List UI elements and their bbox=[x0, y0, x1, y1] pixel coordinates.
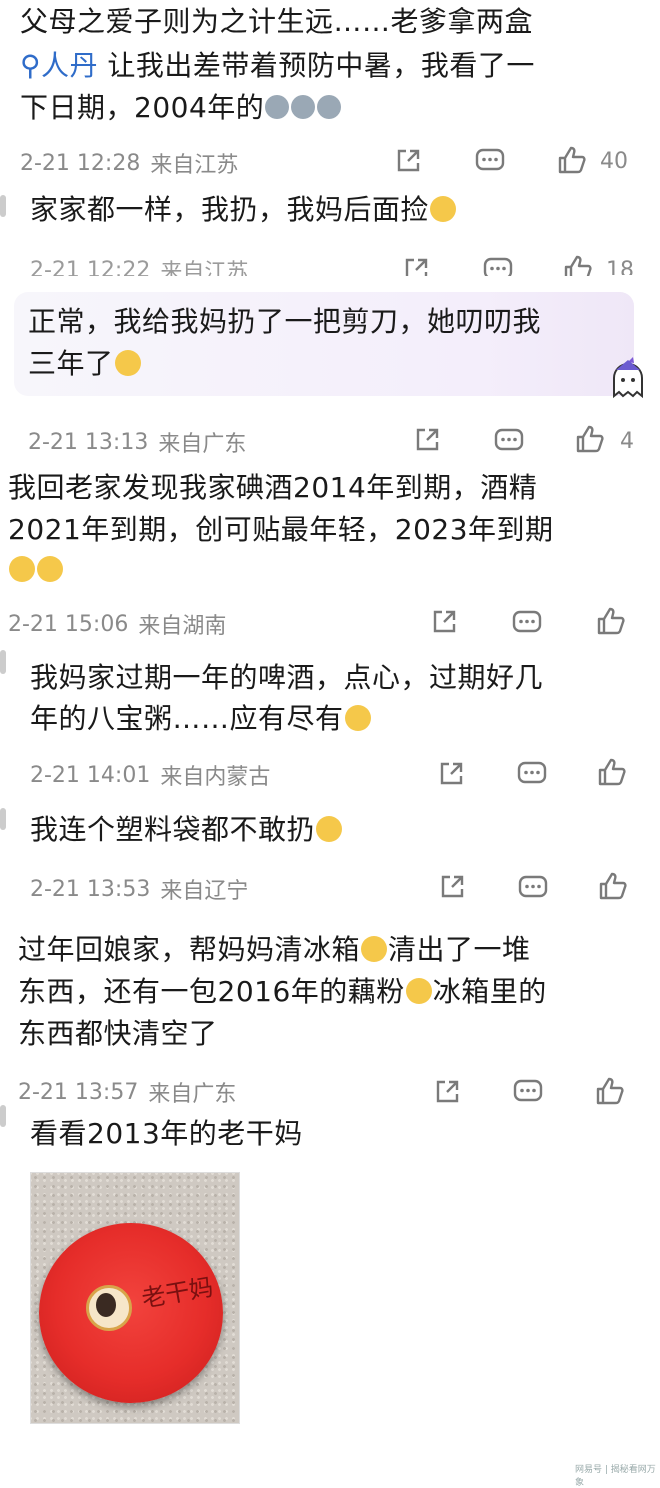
share-icon[interactable] bbox=[413, 426, 441, 454]
timestamp: 2-21 15:06 bbox=[8, 611, 129, 637]
comment-text: 正常，我给我妈扔了一把剪刀，她叨叨我 bbox=[28, 305, 542, 338]
watermark: 网易号 | 揭秘看网万象 bbox=[575, 1465, 656, 1488]
like-icon[interactable] bbox=[575, 424, 605, 454]
comment-text-line: ⚲人丹 让我出差带着预防中暑，我看了一 bbox=[20, 49, 535, 82]
laugh-cry-emoji-icon bbox=[361, 936, 388, 962]
share-icon[interactable] bbox=[437, 760, 465, 788]
location: 来自内蒙古 bbox=[160, 765, 271, 790]
laugh-cry-emoji-icon bbox=[344, 705, 371, 731]
location: 来自广东 bbox=[148, 1082, 237, 1107]
location: 来自辽宁 bbox=[160, 879, 249, 904]
share-icon[interactable] bbox=[394, 147, 422, 175]
comment-text: 过年回娘家，帮妈妈清冰箱 清出了一堆 bbox=[18, 933, 531, 966]
like-count: 4 bbox=[620, 429, 634, 454]
comment-icon[interactable] bbox=[518, 874, 548, 902]
comment-meta: 2-21 14:01 来自内蒙古 bbox=[30, 757, 270, 793]
location: 来自广东 bbox=[158, 432, 247, 457]
timestamp: 2-21 14:01 bbox=[30, 762, 151, 788]
comment-meta: 2-21 12:28 来自江苏 bbox=[20, 145, 238, 181]
reply-text: 我连个塑料袋都不敢扔 bbox=[30, 808, 343, 852]
divider bbox=[0, 650, 6, 674]
like-icon[interactable] bbox=[563, 254, 593, 276]
divider bbox=[0, 1105, 6, 1127]
share-icon[interactable] bbox=[402, 256, 430, 276]
dog-emoji-icon bbox=[291, 95, 316, 119]
laugh-cry-emoji-icon bbox=[405, 978, 432, 1004]
like-icon[interactable] bbox=[598, 871, 628, 901]
comment-text-line: 三年了 bbox=[28, 342, 142, 386]
timestamp: 2-21 13:57 bbox=[18, 1079, 139, 1105]
timestamp: 2-21 13:13 bbox=[28, 429, 149, 455]
topic-link[interactable]: ⚲人丹 bbox=[20, 49, 98, 82]
like-count: 18 bbox=[606, 258, 634, 283]
laugh-cry-emoji-icon bbox=[430, 196, 457, 222]
comment-emoji-line bbox=[8, 548, 64, 592]
comment-icon[interactable] bbox=[512, 609, 542, 637]
laugh-cry-emoji-icon bbox=[114, 350, 141, 376]
like-icon[interactable] bbox=[557, 145, 587, 175]
comment-meta: 2-21 13:53 来自辽宁 bbox=[30, 871, 248, 907]
thinking-emoji-icon bbox=[9, 556, 35, 582]
comment-icon[interactable] bbox=[513, 1078, 543, 1106]
reply-text-line: 年的八宝粥……应有尽有 bbox=[30, 697, 372, 741]
location: 来自江苏 bbox=[160, 260, 249, 285]
laugh-cry-emoji-icon bbox=[316, 816, 343, 842]
comment-meta: 2-21 13:57 来自广东 bbox=[18, 1074, 236, 1110]
share-icon[interactable] bbox=[430, 608, 458, 636]
comment-text-line: 东西都快清空了 bbox=[18, 1017, 218, 1050]
comment-icon[interactable] bbox=[517, 760, 547, 788]
comment-photo[interactable]: 老干妈 bbox=[30, 1172, 240, 1424]
timestamp: 2-21 13:53 bbox=[30, 876, 151, 902]
divider bbox=[0, 195, 6, 217]
reply-text: 家家都一样，我扔，我妈后面捡 bbox=[30, 188, 457, 232]
like-icon[interactable] bbox=[595, 1076, 625, 1106]
location: 来自湖南 bbox=[138, 614, 227, 639]
reply-text: 我妈家过期一年的啤酒，点心，过期好几 bbox=[30, 661, 544, 694]
dog-emoji-icon bbox=[317, 95, 342, 119]
search-icon: ⚲ bbox=[20, 49, 42, 82]
comment-text-line: 东西，还有一包2016年的藕粉 冰箱里的 bbox=[18, 975, 547, 1008]
like-icon[interactable] bbox=[597, 757, 627, 787]
reply-text: 看看2013年的老干妈 bbox=[30, 1117, 303, 1150]
divider bbox=[0, 808, 6, 830]
like-icon[interactable] bbox=[596, 606, 626, 636]
comment-meta: 2-21 12:22 来自江苏 bbox=[30, 252, 249, 285]
comment-icon[interactable] bbox=[483, 256, 513, 276]
thinking-emoji-icon bbox=[37, 556, 63, 582]
comment-meta: 2-21 15:06 来自湖南 bbox=[8, 606, 226, 642]
location: 来自江苏 bbox=[150, 153, 239, 178]
portrait-hair bbox=[96, 1293, 116, 1317]
ghost-icon bbox=[606, 356, 650, 400]
comment-text: 我回老家发现我家碘酒2014年到期，酒精 bbox=[8, 471, 538, 504]
comment-text-line: 下日期，2004年的 bbox=[20, 86, 342, 130]
comment-icon[interactable] bbox=[475, 147, 505, 175]
timestamp: 2-21 12:28 bbox=[20, 150, 141, 176]
comment-meta: 2-21 13:13 来自广东 bbox=[28, 424, 246, 460]
share-icon[interactable] bbox=[433, 1078, 461, 1106]
share-icon[interactable] bbox=[438, 873, 466, 901]
dog-emoji-icon bbox=[265, 95, 290, 119]
like-count: 40 bbox=[600, 149, 628, 174]
timestamp: 2-21 12:22 bbox=[30, 257, 151, 283]
comment-icon[interactable] bbox=[494, 427, 524, 455]
comment-text: 父母之爱子则为之计生远……老爹拿两盒 bbox=[20, 5, 534, 38]
comment-text-line: 2021年到期，创可贴最年轻，2023年到期 bbox=[8, 513, 554, 546]
